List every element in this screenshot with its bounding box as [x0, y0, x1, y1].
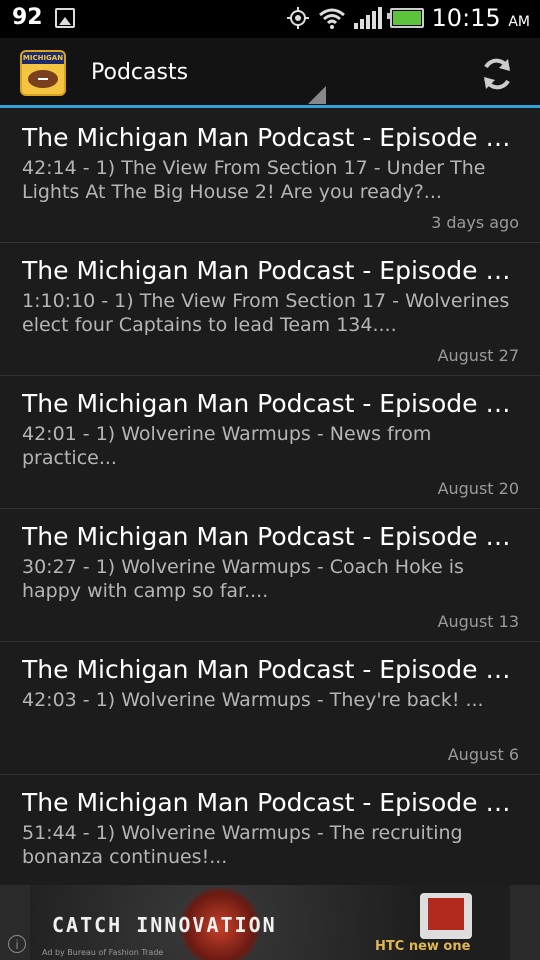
phone-image: [420, 893, 472, 939]
refresh-icon[interactable]: [478, 55, 516, 93]
list-item[interactable]: The Michigan Man Podcast - Episode 1... …: [0, 642, 540, 775]
list-item[interactable]: The Michigan Man Podcast - Episode 1... …: [0, 110, 540, 243]
episode-title: The Michigan Man Podcast - Episode 1...: [22, 655, 518, 684]
signal-icon: [353, 7, 382, 29]
episode-title: The Michigan Man Podcast - Episode 1...: [22, 788, 518, 817]
episode-date: August 6: [447, 745, 519, 764]
ad-credit: Ad by Bureau of Fashion Trade: [42, 948, 164, 957]
ad-headline: CATCH INNOVATION: [52, 913, 277, 937]
app-logo-icon[interactable]: MICHIGAN: [20, 50, 66, 96]
status-bar: 92 10:15 AM: [0, 0, 540, 38]
clock: 10:15 AM: [431, 4, 530, 32]
ad-banner[interactable]: i CATCH INNOVATION Ad by Bureau of Fashi…: [0, 885, 540, 960]
notification-count: 92: [12, 5, 43, 30]
episode-description: 42:03 - 1) Wolverine Warmups - They're b…: [22, 689, 484, 711]
list-item[interactable]: The Michigan Man Podcast - Episode 1... …: [0, 376, 540, 509]
episode-title: The Michigan Man Podcast - Episode 1...: [22, 522, 518, 551]
battery-icon: [386, 8, 424, 28]
list-item[interactable]: The Michigan Man Podcast - Episode 1... …: [0, 509, 540, 642]
episode-date: August 27: [437, 346, 519, 365]
page-title[interactable]: Podcasts: [91, 60, 188, 85]
ad-creative[interactable]: CATCH INNOVATION Ad by Bureau of Fashion…: [30, 885, 510, 960]
episode-date: August 13: [437, 612, 519, 631]
image-icon: [54, 7, 75, 28]
action-bar: MICHIGAN Podcasts: [0, 38, 540, 108]
dropdown-indicator-icon[interactable]: [308, 86, 326, 104]
episode-title: The Michigan Man Podcast - Episode 1...: [22, 123, 518, 152]
list-item[interactable]: The Michigan Man Podcast - Episode 1... …: [0, 243, 540, 376]
episode-title: The Michigan Man Podcast - Episode 1...: [22, 256, 518, 285]
episode-date: August 20: [437, 479, 519, 498]
episode-list: The Michigan Man Podcast - Episode 1... …: [0, 110, 540, 908]
episode-description: 42:01 - 1) Wolverine Warmups - News from…: [22, 423, 432, 469]
ad-subtext: HTC new one: [375, 939, 471, 954]
info-icon[interactable]: i: [8, 935, 26, 953]
episode-title: The Michigan Man Podcast - Episode 1...: [22, 389, 518, 418]
episode-description: 30:27 - 1) Wolverine Warmups - Coach Hok…: [22, 556, 464, 602]
episode-description: 42:14 - 1) The View From Section 17 - Un…: [22, 157, 486, 203]
wifi-icon: [318, 8, 345, 29]
episode-description: 1:10:10 - 1) The View From Section 17 - …: [22, 290, 510, 336]
gps-icon: [286, 7, 309, 29]
episode-description: 51:44 - 1) Wolverine Warmups - The recru…: [22, 822, 463, 868]
episode-date: 3 days ago: [431, 213, 519, 232]
